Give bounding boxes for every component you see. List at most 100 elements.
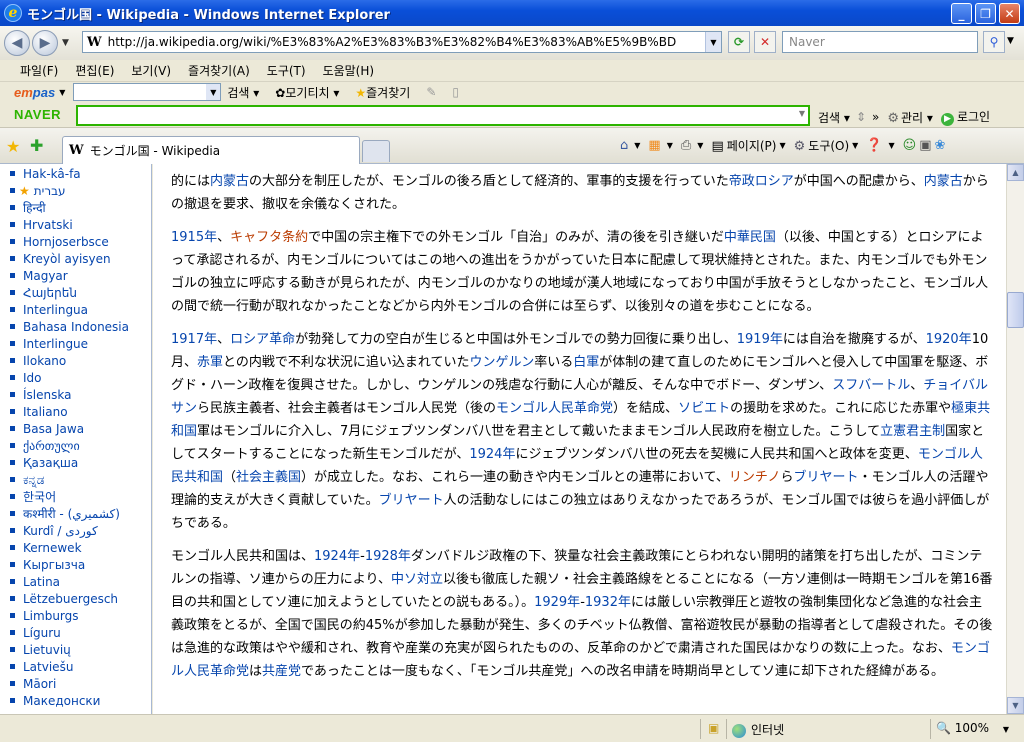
article-link[interactable]: 1915年: [171, 230, 217, 245]
language-link[interactable]: Interlingue: [10, 336, 151, 353]
article-link[interactable]: 立憲君主制: [880, 424, 945, 439]
article-link[interactable]: 1924年: [469, 447, 515, 462]
search-icon[interactable]: ⚲: [983, 31, 1005, 53]
article-link[interactable]: 内蒙古: [924, 174, 963, 189]
article-link[interactable]: 1928年: [365, 549, 411, 564]
empas-dropdown[interactable]: ▼: [59, 88, 65, 97]
language-link[interactable]: Interlingua: [10, 302, 151, 319]
more-chevron-icon[interactable]: »: [872, 110, 879, 124]
forward-button[interactable]: ▶: [32, 30, 58, 56]
home-icon[interactable]: ⌂: [620, 138, 628, 153]
article-link[interactable]: モンゴル人民革命党: [496, 401, 613, 416]
tab-wikipedia[interactable]: W モンゴル国 - Wikipedia: [62, 136, 360, 164]
menu-tools[interactable]: 도구(T): [267, 62, 306, 79]
language-link[interactable]: Кыргызча: [10, 557, 151, 574]
search-options-dropdown[interactable]: ▼: [1007, 36, 1014, 46]
article-link[interactable]: 共産党: [262, 664, 301, 679]
article-link[interactable]: リンチノ: [729, 470, 781, 485]
article-link[interactable]: 帝政ロシア: [729, 174, 794, 189]
naver-logo[interactable]: NAVER: [14, 107, 61, 122]
help-icon[interactable]: ❓: [866, 138, 882, 153]
language-link[interactable]: Македонски: [10, 693, 151, 710]
add-favorites-icon[interactable]: ✚: [30, 136, 43, 155]
language-link[interactable]: Limburgs: [10, 608, 151, 625]
language-link[interactable]: ქართული: [10, 438, 151, 455]
article-link[interactable]: ロシア革命: [230, 332, 295, 347]
menu-view[interactable]: 보기(V): [131, 62, 171, 79]
page-menu-button[interactable]: ▤ 페이지(P): [711, 137, 776, 154]
language-link[interactable]: Kreyòl ayisyen: [10, 251, 151, 268]
rss-feed-icon[interactable]: ▦: [648, 138, 660, 153]
article-link[interactable]: 1917年: [171, 332, 217, 347]
article-link[interactable]: キャフタ条約: [230, 230, 308, 245]
address-bar[interactable]: W http://ja.wikipedia.org/wiki/%E3%83%A2…: [82, 31, 722, 53]
recent-pages-dropdown[interactable]: ▼: [62, 38, 69, 48]
new-tab-button[interactable]: [362, 140, 390, 162]
naver-search-input[interactable]: ▼: [76, 105, 810, 126]
language-link[interactable]: ಕನ್ನಡ: [10, 472, 151, 489]
article-link[interactable]: 1919年: [737, 332, 783, 347]
language-link[interactable]: Қазақша: [10, 455, 151, 472]
print-icon[interactable]: ⎙: [681, 138, 691, 153]
article-link[interactable]: 1932年: [585, 595, 631, 610]
address-dropdown[interactable]: ▼: [705, 32, 721, 52]
zoom-control[interactable]: 🔍 100% ▼: [936, 721, 1009, 735]
language-link[interactable]: Kernewek: [10, 540, 151, 557]
naver-search-button[interactable]: 검색 ▾: [818, 109, 850, 126]
language-link[interactable]: Māori: [10, 676, 151, 693]
article-link[interactable]: 1929年: [534, 595, 580, 610]
article-link[interactable]: ブリヤート: [794, 470, 859, 485]
highlight-icon[interactable]: ⇕: [856, 110, 866, 124]
menu-file[interactable]: 파일(F): [20, 62, 58, 79]
language-link[interactable]: Basa Jawa: [10, 421, 151, 438]
minimize-button[interactable]: _: [951, 3, 972, 24]
scroll-up-button[interactable]: ▲: [1007, 164, 1024, 181]
empas-logo[interactable]: empas: [14, 85, 55, 100]
menu-favorites[interactable]: 즐겨찾기(A): [188, 62, 250, 79]
scroll-down-button[interactable]: ▼: [1007, 697, 1024, 714]
language-link[interactable]: Latviešu: [10, 659, 151, 676]
language-link[interactable]: Lietuvių: [10, 642, 151, 659]
language-link[interactable]: Հայերեն: [10, 285, 151, 302]
empas-favorites-button[interactable]: ★즐겨찾기: [355, 84, 410, 101]
menu-edit[interactable]: 편집(E): [75, 62, 114, 79]
article-link[interactable]: 中華民国: [724, 230, 776, 245]
messenger-icon[interactable]: ☺: [903, 138, 917, 153]
article-link[interactable]: 赤軍: [197, 355, 223, 370]
favorites-star-icon[interactable]: ★: [6, 137, 20, 156]
language-link[interactable]: Íslenska: [10, 387, 151, 404]
menu-help[interactable]: 도움말(H): [323, 62, 375, 79]
clipboard-icon[interactable]: ▯: [452, 85, 459, 99]
language-link[interactable]: Latina: [10, 574, 151, 591]
language-link[interactable]: Hornjoserbsce: [10, 234, 151, 251]
tools-menu-button[interactable]: ⚙ 도구(O): [794, 137, 850, 154]
article-link[interactable]: ソビエト: [678, 401, 730, 416]
mogi-button[interactable]: ✿모기티치 ▾: [275, 84, 339, 101]
search-input[interactable]: Naver: [782, 31, 978, 53]
maximize-button[interactable]: ❐: [975, 3, 996, 24]
manage-button[interactable]: ⚙ 관리 ▾: [887, 109, 933, 126]
language-link[interactable]: Kurdî / كوردی: [10, 523, 151, 540]
language-link[interactable]: Ilokano: [10, 353, 151, 370]
article-link[interactable]: 1924年: [314, 549, 360, 564]
language-link[interactable]: Lëtzebuergesch: [10, 591, 151, 608]
empas-search-input[interactable]: ▼: [73, 83, 222, 101]
pencil-icon[interactable]: ✎: [426, 85, 436, 99]
language-link[interactable]: Ido: [10, 370, 151, 387]
blog-icon[interactable]: ❀: [935, 138, 946, 153]
research-icon[interactable]: ▣: [919, 138, 931, 153]
article-link[interactable]: 中ソ対立: [391, 572, 443, 587]
article-link[interactable]: 白軍: [573, 355, 599, 370]
language-link[interactable]: Hrvatski: [10, 217, 151, 234]
article-link[interactable]: 内蒙古: [210, 174, 249, 189]
language-link[interactable]: Líguru: [10, 625, 151, 642]
back-button[interactable]: ◀: [4, 30, 30, 56]
language-link[interactable]: Hak-kâ-fa: [10, 166, 151, 183]
language-link[interactable]: Italiano: [10, 404, 151, 421]
article-link[interactable]: ウンゲルン: [470, 355, 535, 370]
article-link[interactable]: 社会主義国: [236, 470, 301, 485]
login-button[interactable]: ▶ 로그인: [940, 108, 990, 126]
article-link[interactable]: ブリヤート: [379, 493, 444, 508]
article-link[interactable]: 1920年: [926, 332, 972, 347]
language-link[interactable]: 한국어: [10, 489, 151, 506]
